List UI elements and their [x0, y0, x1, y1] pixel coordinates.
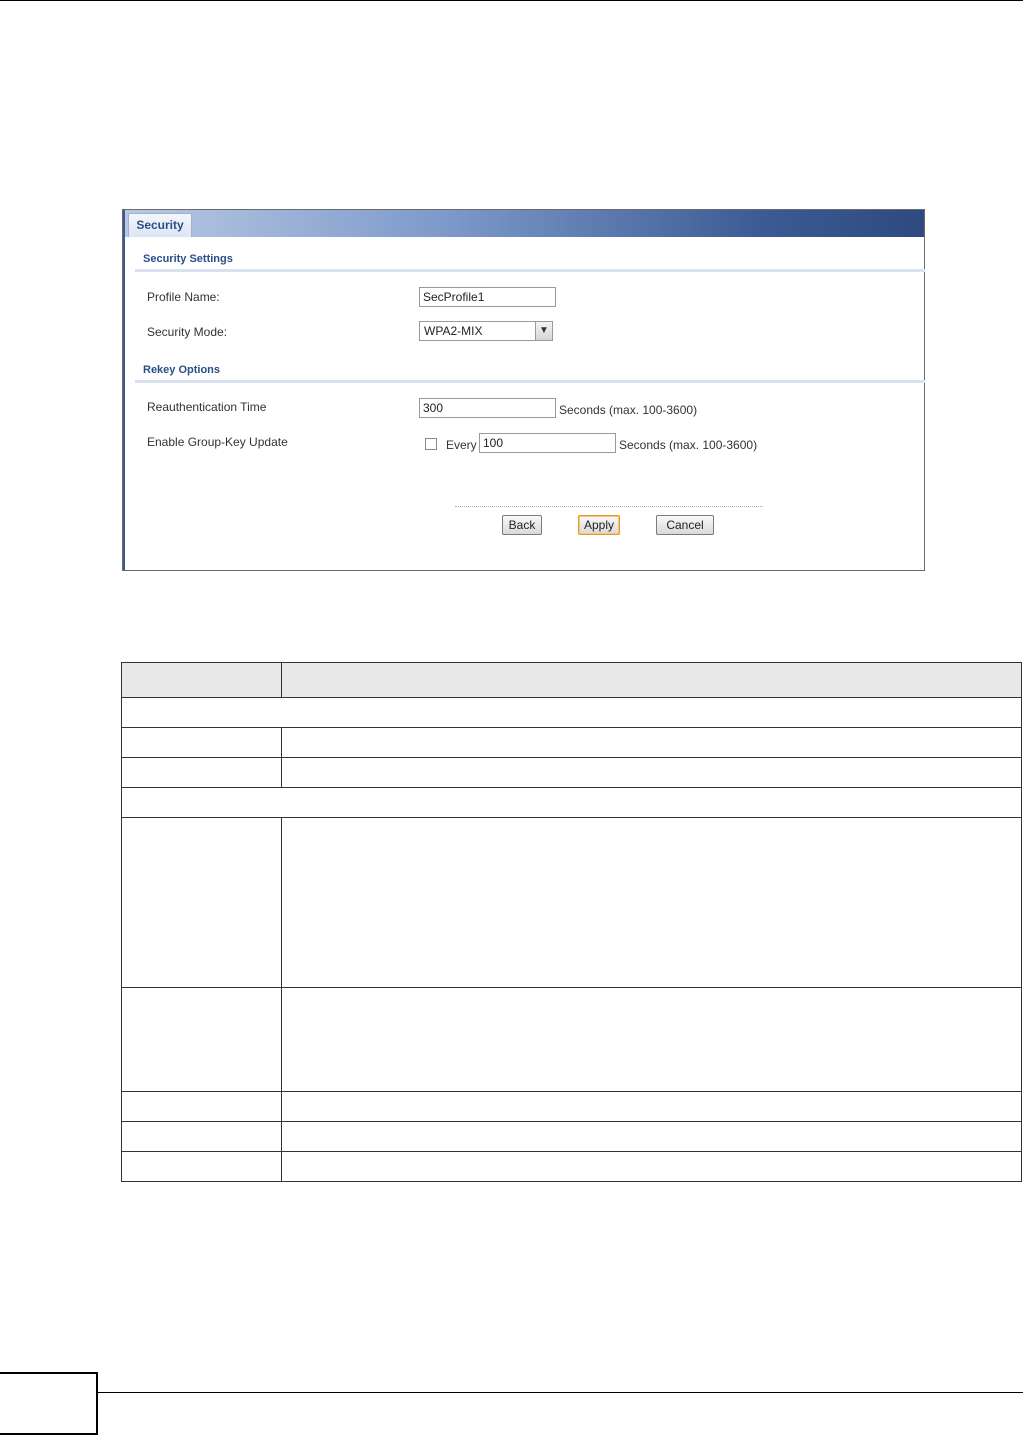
every-label: Every: [446, 438, 477, 452]
security-mode-label: Security Mode:: [147, 325, 228, 339]
table-header-row: [121, 662, 1022, 698]
table-cell-label: [121, 987, 282, 1092]
table-cell-desc: [281, 727, 1022, 758]
panel-left-accent: [123, 210, 125, 570]
table-cell-desc: [281, 1091, 1022, 1122]
table-header-label: [121, 662, 282, 698]
reauthentication-time-input[interactable]: [419, 398, 556, 418]
security-settings-title: Security Settings: [143, 253, 233, 265]
security-panel: Security Security Settings Profile Name:…: [122, 209, 925, 571]
table-cell-label: [121, 1121, 282, 1152]
table-cell-desc: [281, 987, 1022, 1092]
table-section-row: [121, 787, 1022, 818]
table-cell-desc: [281, 1121, 1022, 1152]
group-key-update-label: Enable Group-Key Update: [147, 435, 288, 449]
group-key-range-hint: Seconds (max. 100-3600): [619, 438, 758, 452]
table-section-cell: [121, 697, 1022, 728]
table-section-cell: [121, 787, 1022, 818]
table-section-row: [121, 697, 1022, 728]
page-number-box: [0, 1372, 98, 1435]
table-cell-desc: [281, 817, 1022, 988]
field-description-table: [121, 662, 1022, 1182]
table-row: [121, 727, 1022, 758]
buttons-separator: [455, 506, 763, 507]
profile-name-label: Profile Name:: [147, 290, 220, 304]
table-cell-label: [121, 817, 282, 988]
rekey-options-divider: [135, 380, 925, 383]
back-button[interactable]: Back: [502, 515, 542, 535]
table-row: [121, 1151, 1022, 1182]
reauthentication-time-label: Reauthentication Time: [147, 400, 267, 414]
table-cell-desc: [281, 1151, 1022, 1182]
table-row: [121, 1121, 1022, 1152]
panel-header-bar: [123, 210, 924, 237]
table-row: [121, 1091, 1022, 1122]
security-mode-select[interactable]: WPA2-MIX ▼: [419, 321, 553, 341]
table-cell-label: [121, 727, 282, 758]
group-key-interval-input[interactable]: [479, 433, 616, 453]
table-row: [121, 987, 1022, 1092]
tab-security[interactable]: Security: [128, 213, 192, 237]
apply-button[interactable]: Apply: [578, 515, 620, 535]
table-header-description: [281, 662, 1022, 698]
chevron-down-icon[interactable]: ▼: [535, 322, 552, 340]
security-settings-divider: [135, 269, 925, 272]
reauth-range-hint: Seconds (max. 100-3600): [559, 403, 698, 417]
page-top-rule: [0, 0, 1023, 1]
profile-name-input[interactable]: [419, 287, 556, 307]
table-row: [121, 757, 1022, 788]
table-row: [121, 817, 1022, 988]
group-key-update-checkbox[interactable]: [425, 438, 437, 450]
cancel-button[interactable]: Cancel: [656, 515, 714, 535]
rekey-options-title: Rekey Options: [143, 364, 221, 376]
table-cell-label: [121, 757, 282, 788]
security-mode-value: WPA2-MIX: [424, 324, 483, 338]
table-cell-label: [121, 1091, 282, 1122]
footer-rule: [98, 1392, 1023, 1393]
table-cell-label: [121, 1151, 282, 1182]
table-cell-desc: [281, 757, 1022, 788]
